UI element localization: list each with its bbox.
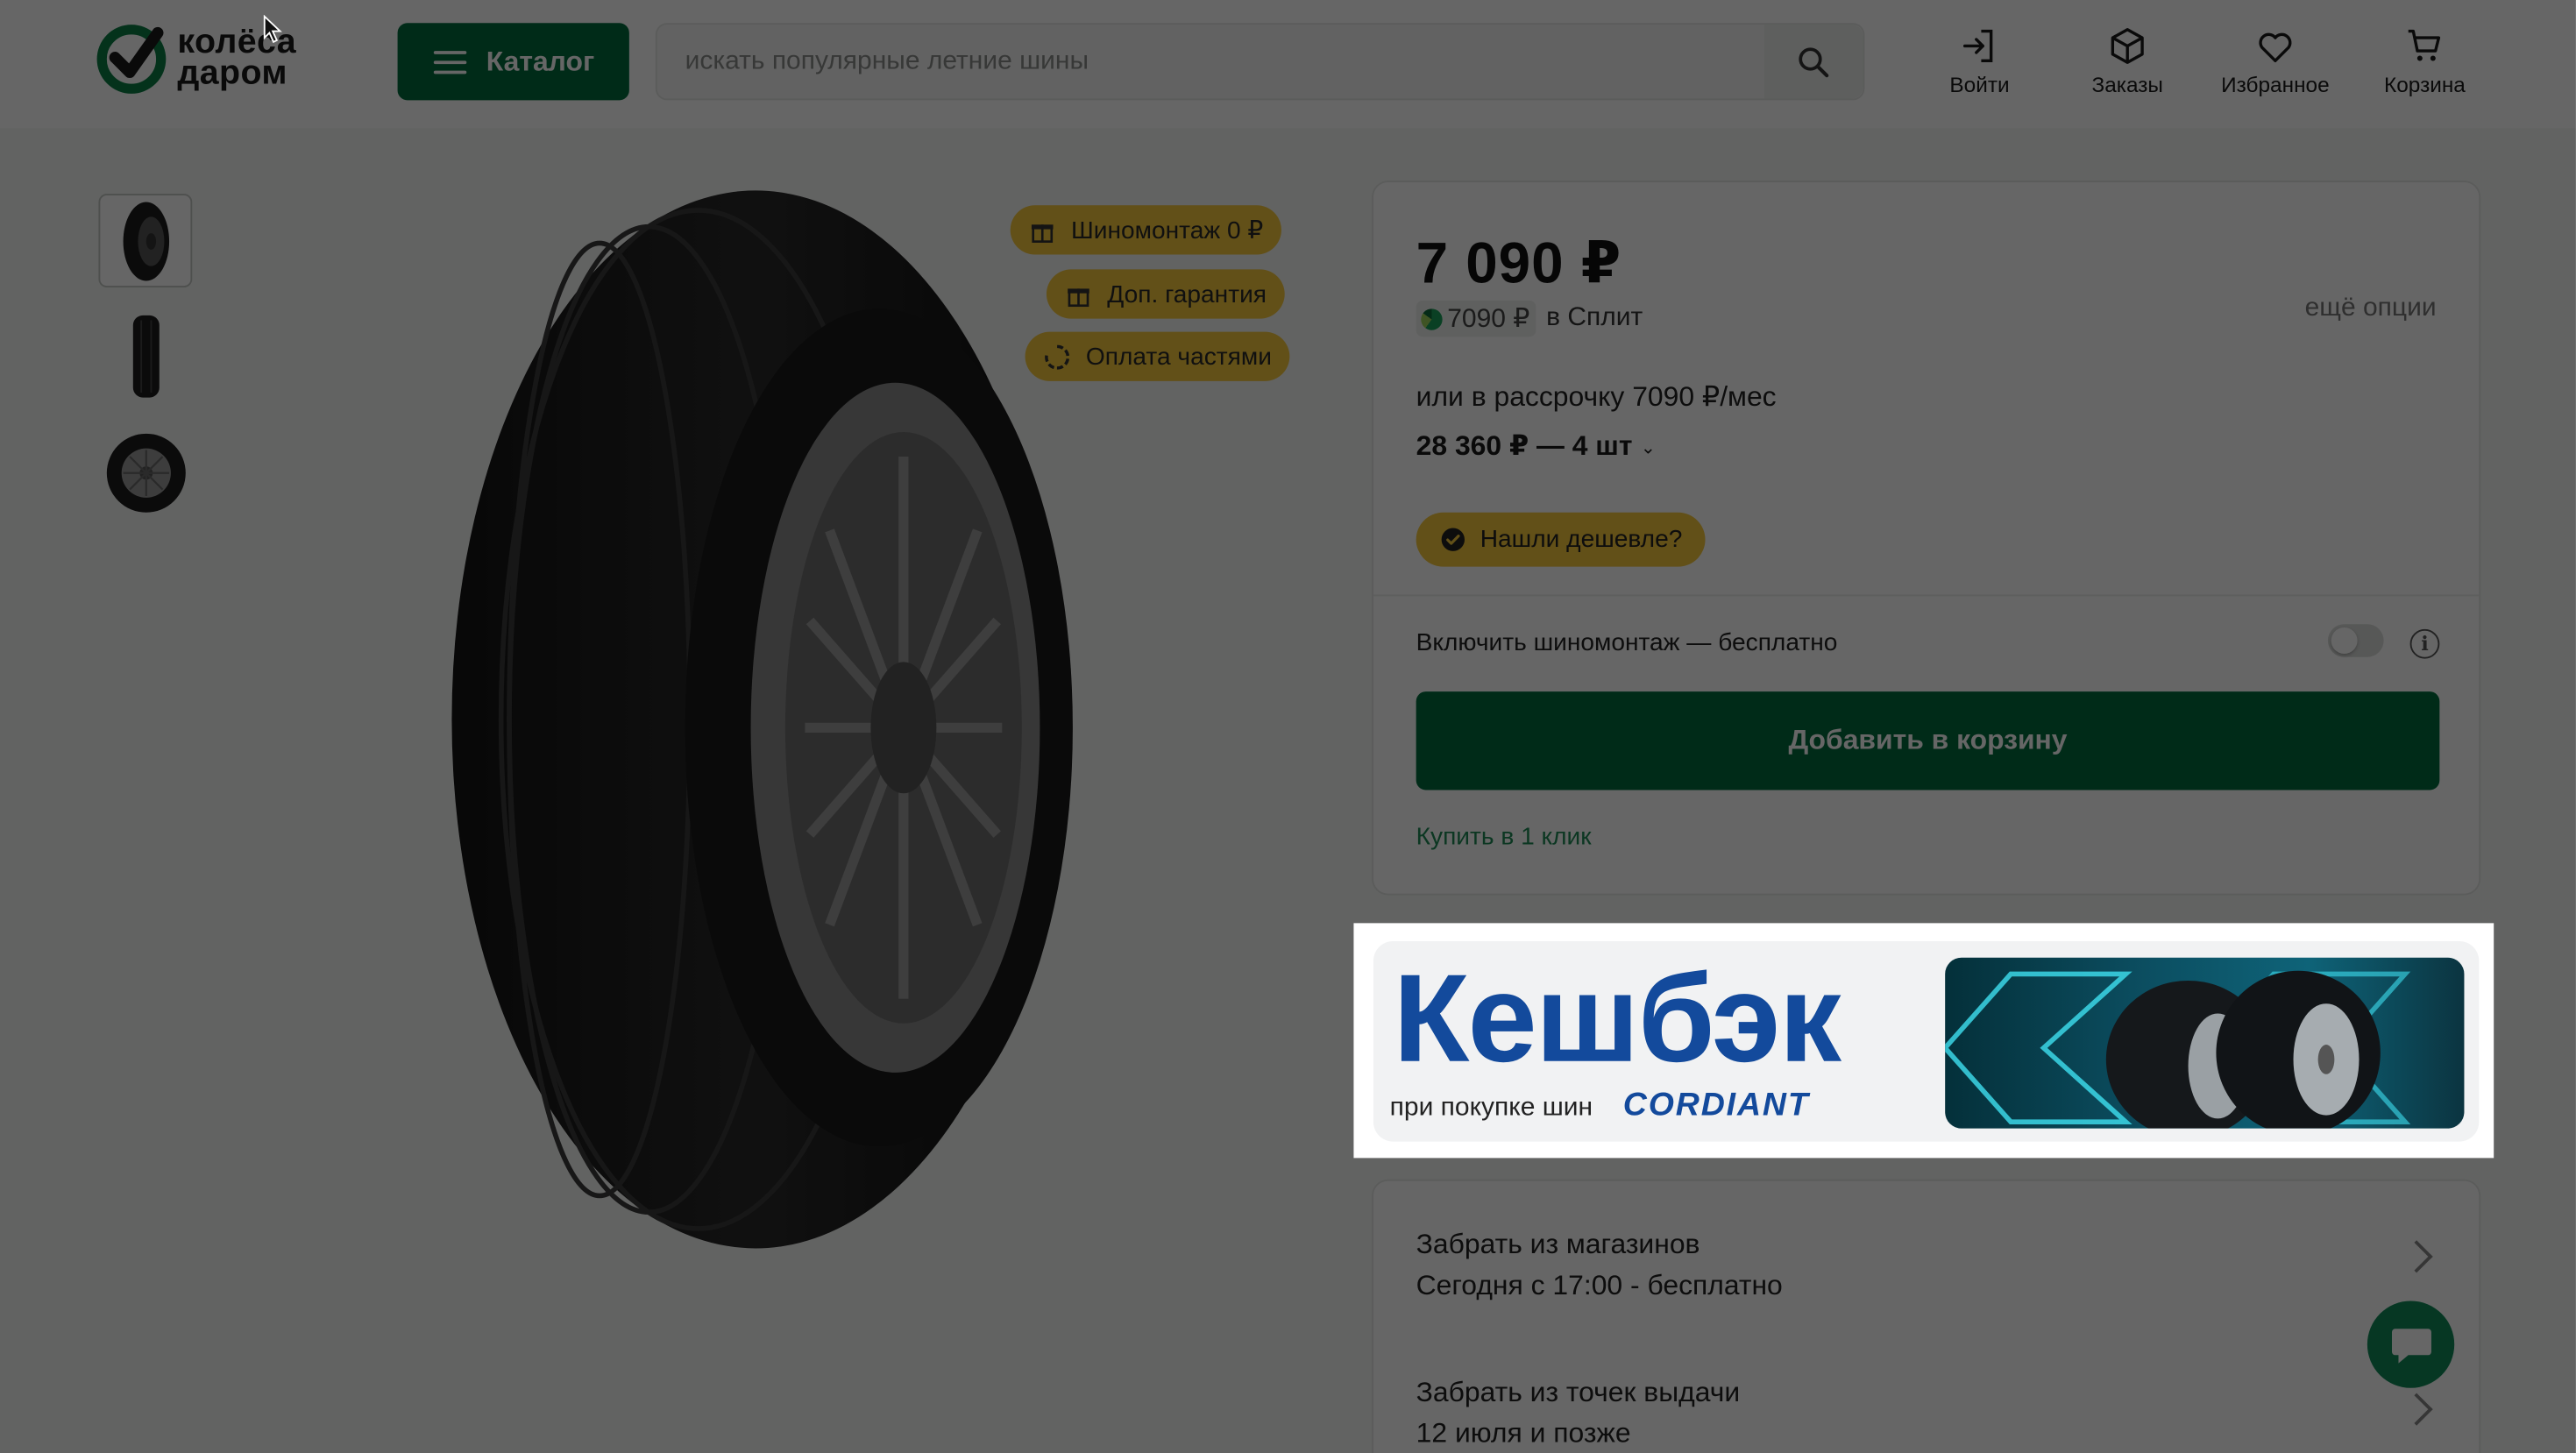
mounting-toggle-label: Включить шиномонтаж — бесплатно <box>1416 628 1838 657</box>
logo-check-icon <box>96 25 167 94</box>
nav-login-label: Войти <box>1949 72 2010 97</box>
badge-mounting-label: Шиномонтаж 0 ₽ <box>1071 216 1264 245</box>
nav-orders-label: Заказы <box>2091 72 2163 97</box>
chevron-right-icon <box>2400 1393 2433 1426</box>
search-icon <box>1799 46 1829 77</box>
more-options-link[interactable]: ещё опции <box>2305 294 2437 323</box>
cart-icon <box>2408 29 2441 61</box>
search-button[interactable] <box>1763 25 1863 99</box>
pickup-points-detail: 12 июля и позже <box>1416 1417 1631 1449</box>
nav-favorites-label: Избранное <box>2221 72 2330 97</box>
thumbnail-front[interactable] <box>98 194 193 288</box>
badge-installments[interactable]: Оплата частями <box>1025 331 1290 381</box>
badge-installments-label: Оплата частями <box>1085 342 1272 371</box>
chevron-down-icon: ⌄ <box>1640 437 1657 457</box>
tire-tread-icon <box>131 314 159 397</box>
promo-tires-illustration <box>1945 970 2411 1129</box>
pickup-stores-row[interactable]: Забрать из магазинов Сегодня с 17:00 - б… <box>1416 1223 1783 1306</box>
nav-cart-label: Корзина <box>2384 72 2466 97</box>
product-price: 7 090 ₽ <box>1416 231 1622 296</box>
site-header: колёса даром Каталог Войти <box>0 0 2576 129</box>
promo-subtitle: при покупке шин <box>1389 1094 1593 1123</box>
nav-favorites[interactable]: Избранное <box>2202 26 2350 102</box>
found-cheaper-button[interactable]: Нашли дешевле? <box>1416 512 1706 567</box>
split-price-chip: 7090 ₽ <box>1416 300 1536 337</box>
split-label: в Сплит <box>1546 303 1643 332</box>
chat-bubble-icon <box>2391 1328 2431 1363</box>
cashback-promo-banner[interactable]: Кешбэк при покупке шин CORDIANT <box>1373 940 2480 1142</box>
buy-card: 7 090 ₽ 7090 ₽ в Сплит ещё опции или в р… <box>1372 181 2481 896</box>
box-icon <box>2111 28 2144 64</box>
wheel-icon <box>105 432 185 512</box>
delivery-card: Забрать из магазинов Сегодня с 17:00 - б… <box>1372 1179 2481 1453</box>
nav-orders[interactable]: Заказы <box>2054 26 2202 102</box>
menu-icon <box>433 50 467 74</box>
quantity-total: 28 360 ₽ — 4 шт <box>1416 430 1633 462</box>
gift-icon <box>1068 287 1089 307</box>
found-cheaper-label: Нашли дешевле? <box>1480 525 1683 554</box>
promo-brand-logo: CORDIANT <box>1622 1087 1810 1124</box>
pickup-stores-title: Забрать из магазинов <box>1416 1228 1700 1260</box>
promo-tires-image <box>1945 957 2465 1129</box>
login-icon <box>1962 29 1993 63</box>
chat-button[interactable] <box>2367 1301 2455 1388</box>
search-input[interactable] <box>656 25 1766 99</box>
product-tire-image <box>451 190 1073 1249</box>
split-price: 7090 ₽ <box>1447 305 1530 334</box>
nav-login[interactable]: Войти <box>1905 26 2054 102</box>
gift-icon <box>1031 223 1054 243</box>
promo-title: Кешбэк <box>1393 949 1842 1089</box>
catalog-label: Каталог <box>486 45 595 77</box>
badge-warranty[interactable]: Доп. гарантия <box>1046 269 1285 319</box>
heart-icon <box>2259 32 2292 63</box>
buy-one-click-link[interactable]: Купить в 1 клик <box>1416 823 1592 851</box>
split-price-row[interactable]: 7090 ₽ в Сплит <box>1416 300 1643 337</box>
screen: колёса даром Каталог Войти <box>0 0 2576 1453</box>
info-icon[interactable]: i <box>2409 628 2440 659</box>
search-bar <box>655 23 1865 101</box>
logo[interactable]: колёса даром <box>96 23 342 98</box>
logo-line-2: даром <box>177 53 287 92</box>
pickup-points-row[interactable]: Забрать из точек выдачи 12 июля и позже <box>1416 1371 1741 1453</box>
mouse-cursor-icon <box>263 14 282 44</box>
add-to-cart-button[interactable]: Добавить в корзину <box>1416 691 2440 790</box>
badge-warranty-label: Доп. гарантия <box>1107 280 1267 308</box>
pickup-stores-detail: Сегодня с 17:00 - бесплатно <box>1416 1269 1783 1301</box>
product-page: колёса даром Каталог Войти <box>0 0 2576 1453</box>
mounting-toggle[interactable] <box>2327 624 2384 657</box>
badge-mounting[interactable]: Шиномонтаж 0 ₽ <box>1010 205 1281 255</box>
catalog-button[interactable]: Каталог <box>397 23 629 101</box>
pickup-points-title: Забрать из точек выдачи <box>1416 1376 1741 1408</box>
quantity-selector[interactable]: 28 360 ₽ — 4 шт ⌄ <box>1416 430 1656 463</box>
thumbnail-wheel[interactable] <box>98 425 192 519</box>
installment-text: или в рассрочку 7090 ₽/мес <box>1416 380 1777 413</box>
tire-thumbnail-icon <box>122 201 169 280</box>
chevron-right-icon <box>2400 1240 2433 1273</box>
check-badge-icon <box>1441 528 1465 551</box>
divider <box>1373 594 2480 597</box>
thumbnail-side[interactable] <box>98 308 192 402</box>
split-logo-icon <box>1421 308 1443 330</box>
split-icon <box>1045 344 1070 369</box>
nav-cart[interactable]: Корзина <box>2351 26 2499 102</box>
